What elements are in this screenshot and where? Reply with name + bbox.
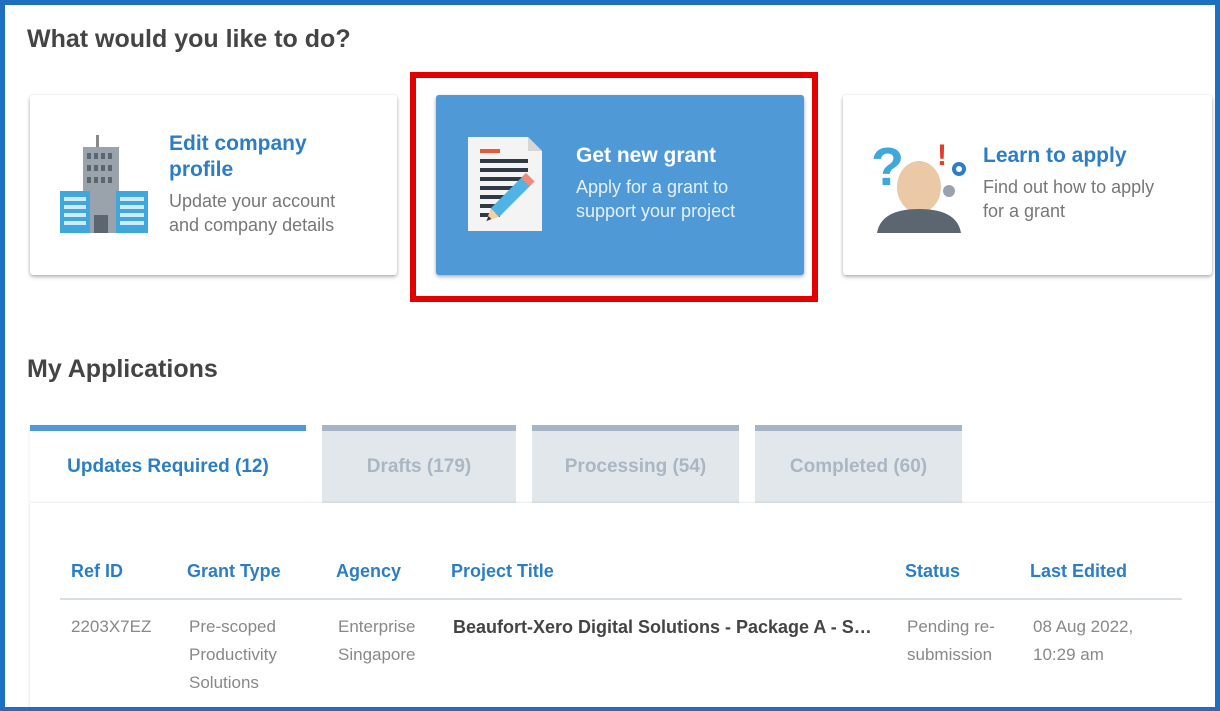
learn-to-apply-title: Learn to apply <box>983 144 1127 167</box>
tab-processing[interactable]: Processing (54) <box>532 425 739 503</box>
person-question-icon: ? ! <box>871 135 971 240</box>
column-header-ref-id[interactable]: Ref ID <box>71 561 123 582</box>
table-header-divider <box>60 598 1182 600</box>
column-header-last-edited[interactable]: Last Edited <box>1030 561 1127 582</box>
page-heading: What would you like to do? <box>27 25 351 53</box>
edit-company-profile-card[interactable]: Edit company profile Update your account… <box>30 95 397 275</box>
svg-text:!: ! <box>937 139 947 172</box>
cell-agency: Enterprise Singapore <box>338 617 416 664</box>
tab-completed[interactable]: Completed (60) <box>755 425 962 503</box>
page-frame: What would you like to do? Edit company … <box>0 0 1220 711</box>
learn-to-apply-card[interactable]: ? ! Learn to apply Find out how to apply… <box>843 95 1212 275</box>
cell-ref-id: 2203X7EZ <box>71 617 152 636</box>
edit-company-profile-desc: Update your account and company details <box>169 191 336 235</box>
cell-status: Pending re- submission <box>907 617 995 664</box>
tab-drafts[interactable]: Drafts (179) <box>322 425 516 503</box>
column-header-status[interactable]: Status <box>905 561 960 582</box>
tab-updates-required[interactable]: Updates Required (12) <box>30 425 306 503</box>
cell-last-edited: 08 Aug 2022, 10:29 am <box>1033 617 1134 664</box>
learn-to-apply-desc: Find out how to apply for a grant <box>983 177 1155 221</box>
edit-company-profile-title: Edit company profile <box>169 132 307 181</box>
column-header-project-title[interactable]: Project Title <box>451 561 554 582</box>
table-row-divider <box>60 709 1182 710</box>
applications-heading: My Applications <box>27 355 218 383</box>
cell-grant-type: Pre-scoped Productivity Solutions <box>189 617 277 692</box>
column-header-agency[interactable]: Agency <box>336 561 401 582</box>
column-header-grant-type[interactable]: Grant Type <box>187 561 281 582</box>
building-icon <box>58 135 150 240</box>
highlight-box <box>410 72 818 302</box>
cell-project-title[interactable]: Beaufort-Xero Digital Solutions - Packag… <box>453 613 872 641</box>
